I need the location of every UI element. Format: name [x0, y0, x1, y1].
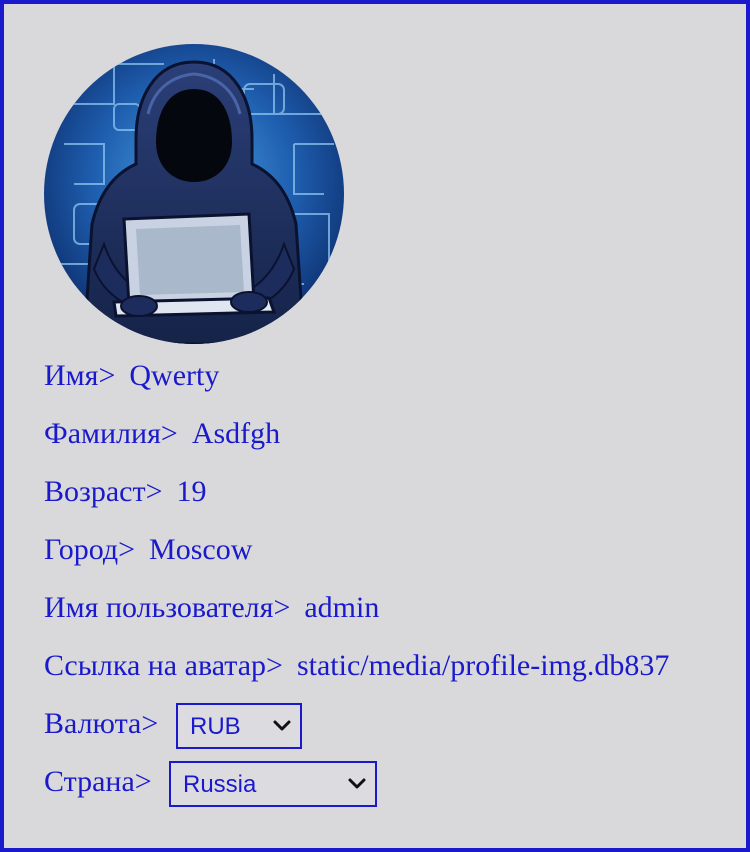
avatar: [44, 44, 344, 344]
city-label: Город>: [44, 533, 136, 566]
currency-row: Валюта>: [44, 704, 158, 744]
first-name-row: Имя> Qwerty: [44, 356, 219, 396]
country-label: Страна>: [44, 765, 152, 798]
profile-panel: Имя> Qwerty Фамилия> Asdfgh Возраст> 19 …: [0, 0, 750, 852]
age-value: 19: [176, 475, 207, 508]
city-row: Город> Moscow: [44, 530, 252, 570]
first-name-value: Qwerty: [129, 359, 220, 392]
currency-label: Валюта>: [44, 707, 159, 740]
username-value: admin: [304, 591, 380, 624]
username-label: Имя пользователя>: [44, 591, 291, 624]
age-row: Возраст> 19: [44, 472, 207, 512]
country-row: Страна>: [44, 762, 152, 802]
currency-select[interactable]: RUB: [176, 703, 302, 749]
first-name-label: Имя>: [44, 359, 116, 392]
currency-selected-value: RUB: [190, 713, 241, 740]
age-label: Возраст>: [44, 475, 163, 508]
last-name-value: Asdfgh: [191, 417, 281, 450]
avatar-link-row: Ссылка на аватар> static/media/profile-i…: [44, 646, 669, 686]
username-row: Имя пользователя> admin: [44, 588, 379, 628]
chevron-down-icon: [272, 719, 292, 733]
country-select[interactable]: Russia: [169, 761, 377, 807]
last-name-label: Фамилия>: [44, 417, 178, 450]
avatar-link-label: Ссылка на аватар>: [44, 649, 283, 682]
country-selected-value: Russia: [183, 771, 257, 798]
city-value: Moscow: [149, 533, 253, 566]
last-name-row: Фамилия> Asdfgh: [44, 414, 280, 454]
hacker-avatar-image: [44, 44, 344, 344]
avatar-link-value: static/media/profile-img.db837: [296, 649, 670, 682]
chevron-down-icon: [347, 777, 367, 791]
